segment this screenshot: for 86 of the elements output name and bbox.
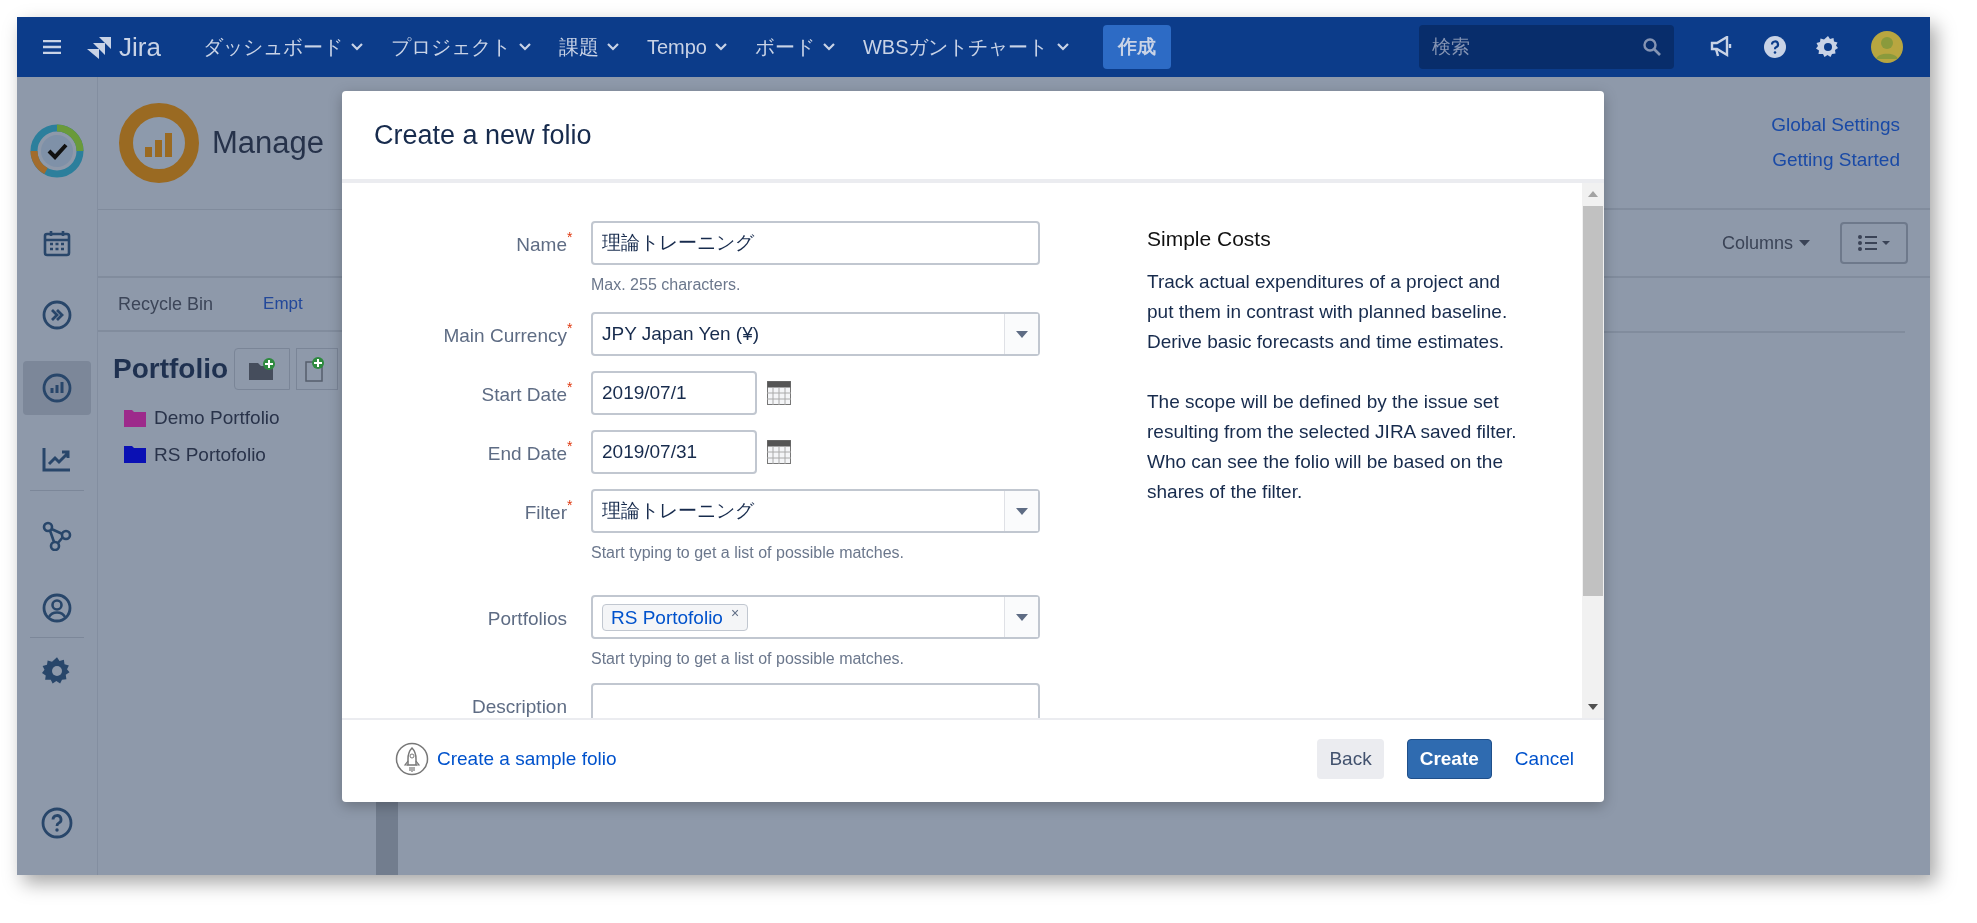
chevron-down-icon: [714, 43, 727, 51]
nav-menu[interactable]: WBSガントチャート: [850, 27, 1081, 67]
rocket-icon: [395, 742, 429, 776]
field-label: Start Date: [481, 383, 567, 407]
recycle-bin-label: Recycle Bin: [118, 292, 214, 316]
info-title: Simple Costs: [1147, 226, 1272, 252]
portfolio-item[interactable]: Demo Portfolio: [154, 404, 280, 433]
tag-label: RS Portofolio: [611, 605, 723, 630]
select-field[interactable]: JPY Japan Yen (¥): [591, 312, 1040, 356]
help-icon[interactable]: [41, 807, 73, 839]
create-button[interactable]: 作成: [1102, 25, 1171, 69]
dropdown-caret-icon: [1015, 507, 1028, 515]
list-icon: [1857, 235, 1891, 251]
add-folder-button[interactable]: [234, 348, 291, 390]
jira-logo-icon: [87, 35, 113, 59]
nav-menu[interactable]: Tempo: [634, 27, 739, 67]
name-input[interactable]: 理論トレーニング: [591, 221, 1040, 265]
date-input[interactable]: 2019/07/1: [591, 371, 757, 415]
field-label: End Date: [487, 442, 567, 466]
app-logo-icon: [118, 102, 200, 184]
chevron-down-icon: [1056, 43, 1069, 51]
field-label: Description: [471, 695, 567, 718]
calendar-icon[interactable]: [767, 440, 791, 464]
chevron-down-icon: [822, 43, 835, 51]
help-text: Max. 255 characters.: [591, 275, 742, 295]
megaphone-icon[interactable]: [1710, 36, 1734, 58]
jira-logo[interactable]: Jira: [87, 27, 161, 67]
field-label: Portfolios: [487, 607, 567, 631]
calendar-icon[interactable]: [43, 229, 71, 257]
nav-menu[interactable]: 課題: [546, 27, 631, 67]
required-asterisk: *: [567, 228, 574, 247]
select-field[interactable]: 理論トレーニング: [591, 489, 1040, 533]
create-sample-folio-link[interactable]: Create a sample folio: [437, 744, 617, 774]
settings-icon[interactable]: [42, 656, 72, 686]
add-document-button[interactable]: [296, 348, 339, 390]
description-field[interactable]: [591, 683, 1040, 718]
scrollbar-thumb[interactable]: [1583, 206, 1603, 596]
field-label: Name: [516, 233, 567, 257]
required-asterisk: *: [567, 319, 574, 338]
chevrons-right-circle-icon[interactable]: [42, 300, 72, 330]
chevron-down-icon: [606, 43, 619, 51]
field-label: Main Currency: [443, 324, 567, 348]
chevron-down-icon: [518, 43, 531, 51]
scrollbar[interactable]: [1582, 183, 1604, 718]
remove-tag-button[interactable]: ×: [730, 604, 740, 621]
create-button[interactable]: Create: [1406, 739, 1492, 779]
calendar-icon[interactable]: [767, 381, 791, 405]
chevron-down-icon: [350, 43, 363, 51]
required-asterisk: *: [567, 378, 574, 397]
nav-menu[interactable]: ダッシュボード: [190, 27, 375, 67]
help-text: Start typing to get a list of possible matches.: [591, 649, 906, 669]
field-label: Filter: [524, 501, 567, 525]
search-icon: [1643, 38, 1661, 56]
view-mode-button[interactable]: [1840, 222, 1908, 264]
network-icon[interactable]: [42, 521, 72, 551]
dropdown-caret-icon: [1015, 613, 1028, 621]
help-text: Start typing to get a list of possible matches.: [591, 543, 906, 563]
back-button[interactable]: Back: [1317, 739, 1384, 779]
portfolios-heading: Portfolio: [113, 352, 229, 386]
settings-icon[interactable]: [1816, 35, 1840, 59]
nav-menu[interactable]: プロジェクト: [378, 27, 543, 67]
user-avatar[interactable]: [1870, 30, 1904, 64]
multi-select-field[interactable]: RS Portofolio ×: [591, 595, 1040, 639]
scroll-down-icon[interactable]: [1588, 704, 1598, 710]
caret-icon: [1799, 240, 1810, 246]
trend-chart-icon[interactable]: [42, 446, 72, 472]
info-paragraph: Track actual expenditures of a project and put them in contrast with planned baseline. Derive basic forecasts and time estimates.: [1147, 269, 1509, 354]
cancel-link[interactable]: Cancel: [1514, 739, 1574, 779]
search-field[interactable]: 検索: [1419, 25, 1674, 69]
page-title: Manage: [212, 123, 325, 162]
required-asterisk: *: [567, 496, 574, 515]
help-icon[interactable]: [1764, 36, 1786, 58]
date-input[interactable]: 2019/07/31: [591, 430, 757, 474]
dialog-title: Create a new folio: [374, 118, 592, 152]
user-circle-icon[interactable]: [42, 593, 72, 623]
info-paragraph: The scope will be defined by the issue set resulting from the selected JIRA saved filter. Who can see the folio will be based on the shares of the filter.: [1147, 389, 1518, 504]
dropdown-caret-icon: [1015, 330, 1028, 338]
columns-dropdown[interactable]: Columns: [1721, 229, 1810, 257]
nav-menu[interactable]: ボード: [742, 27, 847, 67]
required-asterisk: *: [567, 437, 574, 456]
chart-circle-icon[interactable]: [42, 373, 72, 403]
portfolio-item[interactable]: RS Portofolio: [154, 440, 266, 469]
scroll-up-icon[interactable]: [1588, 191, 1598, 197]
menu-icon[interactable]: [43, 40, 61, 54]
app-logo-icon[interactable]: [30, 124, 84, 178]
folder-add-icon: [248, 357, 277, 381]
